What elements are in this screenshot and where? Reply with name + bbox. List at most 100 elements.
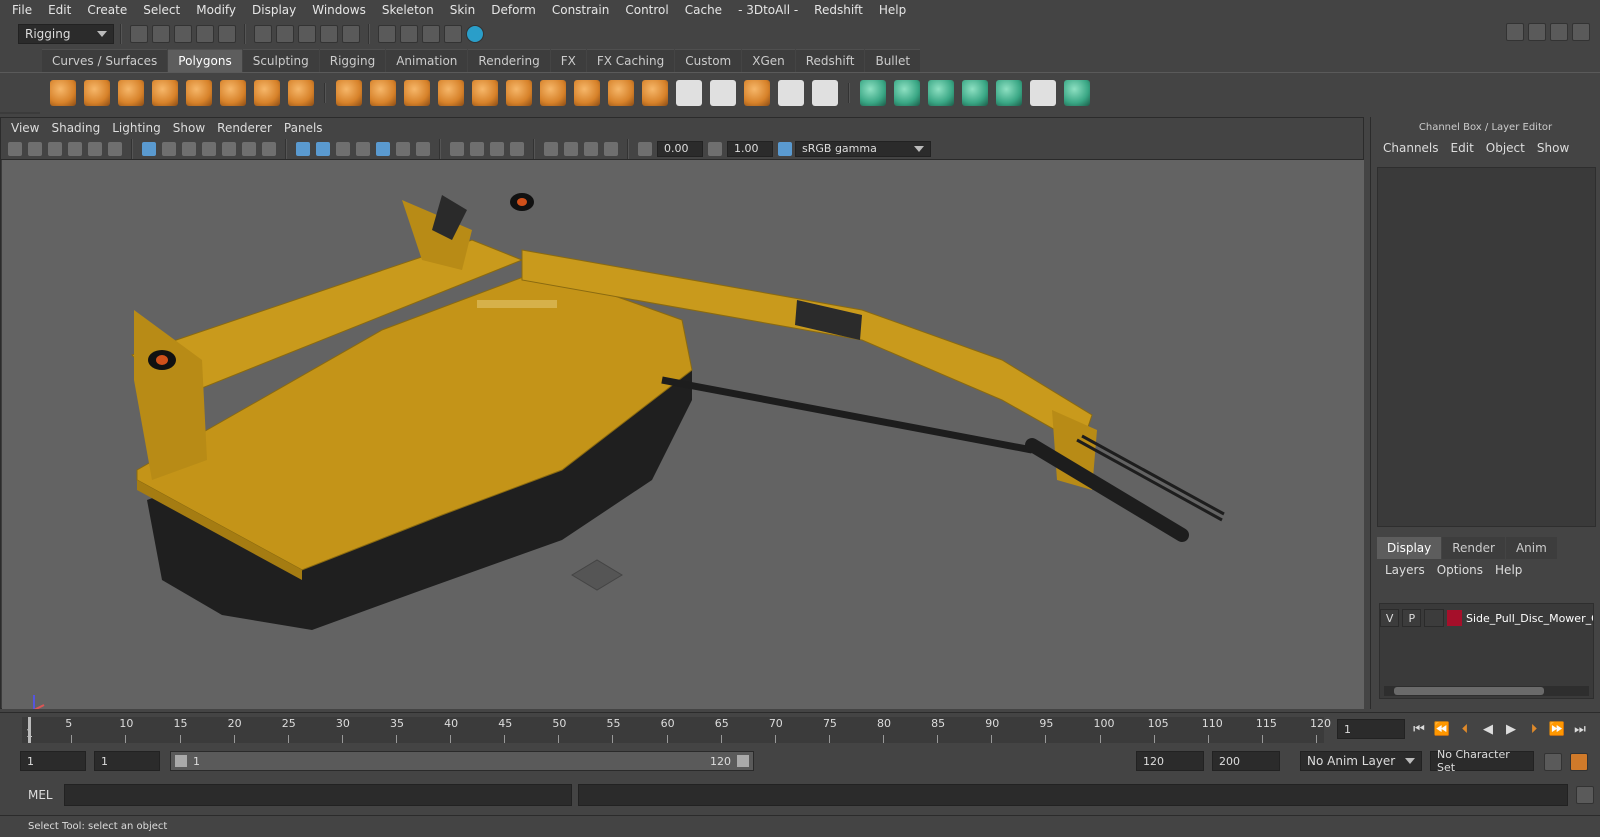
planar-map-icon[interactable] — [894, 79, 920, 106]
lighting-icon[interactable] — [336, 141, 350, 156]
scrollbar-thumb[interactable] — [1394, 687, 1544, 695]
safe-action-icon[interactable] — [242, 141, 256, 156]
layer-visibility-toggle[interactable]: V — [1380, 609, 1400, 627]
channel-box[interactable] — [1377, 167, 1596, 527]
layout-uv-icon[interactable] — [1064, 79, 1090, 106]
wireframe-icon[interactable] — [296, 141, 310, 156]
scene-start-field[interactable]: 1 — [20, 751, 86, 771]
undo-icon[interactable] — [196, 24, 214, 43]
layer-menu-layers[interactable]: Layers — [1379, 563, 1431, 577]
smooth-shade-icon[interactable] — [316, 141, 330, 156]
bridge-icon[interactable] — [608, 79, 634, 106]
poly-cylinder-icon[interactable] — [118, 79, 144, 106]
layer-row[interactable]: V P Side_Pull_Disc_Mower_C — [1380, 608, 1593, 628]
menu-skin[interactable]: Skin — [442, 3, 484, 17]
menu-edit[interactable]: Edit — [40, 3, 79, 17]
anti-aliasing-icon[interactable] — [490, 141, 504, 156]
scene-end-field[interactable]: 200 — [1212, 751, 1280, 771]
xray-joints-icon[interactable] — [584, 141, 598, 156]
uv-editor-icon[interactable] — [860, 79, 886, 106]
wireframe-on-shaded-icon[interactable] — [356, 141, 370, 156]
mirror-icon[interactable] — [404, 79, 430, 106]
merge-icon[interactable] — [744, 79, 770, 106]
camera-icon[interactable] — [8, 141, 22, 156]
anim-end-field[interactable]: 120 — [1136, 751, 1204, 771]
poly-sphere-icon[interactable] — [50, 79, 76, 106]
poly-cone-icon[interactable] — [152, 79, 178, 106]
time-cursor[interactable] — [28, 717, 31, 743]
anim-layer-dropdown[interactable]: No Anim Layer — [1300, 751, 1422, 771]
snap-curve-icon[interactable] — [342, 24, 360, 43]
poly-torus-icon[interactable] — [220, 79, 246, 106]
menu-select[interactable]: Select — [135, 3, 188, 17]
shadows-icon[interactable] — [416, 141, 430, 156]
pencil-icon[interactable] — [108, 141, 122, 156]
color-management-icon[interactable] — [778, 141, 792, 156]
snap-grid-icon[interactable] — [320, 24, 338, 43]
offset-edge-loop-icon[interactable] — [710, 79, 736, 106]
layer-tab-render[interactable]: Render — [1442, 537, 1505, 559]
layer-menu-help[interactable]: Help — [1489, 563, 1528, 577]
tool-settings-icon[interactable] — [1550, 23, 1568, 41]
new-scene-icon[interactable] — [130, 24, 148, 43]
append-polygon-icon[interactable] — [812, 79, 838, 106]
image-plane-icon[interactable] — [68, 141, 82, 156]
multi-cut-icon[interactable] — [540, 79, 566, 106]
character-set-dropdown[interactable]: No Character Set — [1430, 748, 1534, 774]
colorspace-dropdown[interactable]: sRGB gamma — [795, 140, 931, 157]
shelf-tab-rendering[interactable]: Rendering — [468, 49, 550, 72]
motion-blur-icon[interactable] — [470, 141, 484, 156]
camera-lock-icon[interactable] — [28, 141, 42, 156]
automatic-map-icon[interactable] — [962, 79, 988, 106]
resolution-gate-icon[interactable] — [182, 141, 196, 156]
grease-pencil-icon[interactable] — [88, 141, 102, 156]
exposure-field[interactable]: 0.00 — [657, 140, 703, 157]
menu-display[interactable]: Display — [244, 3, 304, 17]
vp-menu-renderer[interactable]: Renderer — [211, 121, 278, 135]
layer-display-type[interactable] — [1424, 609, 1444, 627]
menu-control[interactable]: Control — [617, 3, 676, 17]
layer-playback-toggle[interactable]: P — [1402, 609, 1422, 627]
poly-pipe-icon[interactable] — [288, 79, 314, 106]
shelf-tab-polygons[interactable]: Polygons — [168, 49, 242, 72]
menu-modify[interactable]: Modify — [188, 3, 244, 17]
script-editor-icon[interactable] — [1576, 786, 1594, 804]
render-settings-icon[interactable] — [444, 24, 462, 43]
gate-mask-icon[interactable] — [202, 141, 216, 156]
command-input[interactable] — [64, 784, 572, 806]
cb-menu-object[interactable]: Object — [1480, 141, 1531, 155]
range-bar[interactable]: 1 120 — [170, 751, 754, 771]
hypershade-icon[interactable] — [466, 24, 484, 43]
poly-pyramid-icon[interactable] — [254, 79, 280, 106]
step-forward-key-icon[interactable]: ⏵ — [1525, 721, 1543, 737]
3d-viewport[interactable]: persp — [2, 160, 1364, 709]
shelf-tab-animation[interactable]: Animation — [386, 49, 468, 72]
shelf-tab-custom[interactable]: Custom — [675, 49, 742, 72]
use-all-lights-icon[interactable] — [396, 141, 410, 156]
unfold-icon[interactable] — [996, 79, 1022, 106]
step-back-key-icon[interactable]: ⏴ — [1456, 721, 1474, 737]
menu-help[interactable]: Help — [871, 3, 914, 17]
select-hierarchy-icon[interactable] — [254, 24, 272, 43]
select-component-icon[interactable] — [298, 24, 316, 43]
cb-menu-edit[interactable]: Edit — [1445, 141, 1480, 155]
checker-icon[interactable] — [1030, 79, 1056, 106]
current-frame-field[interactable]: 1 — [1337, 719, 1405, 739]
layer-color-swatch[interactable] — [1446, 610, 1462, 626]
menu-cache[interactable]: Cache — [677, 3, 730, 17]
fill-hole-icon[interactable] — [642, 79, 668, 106]
play-forward-icon[interactable]: ▶ — [1502, 721, 1520, 737]
poly-cube-icon[interactable] — [84, 79, 110, 106]
workspace-icon[interactable] — [1506, 23, 1524, 41]
play-backward-icon[interactable]: ◀ — [1479, 721, 1497, 737]
go-to-end-icon[interactable]: ⏭ — [1571, 721, 1589, 737]
insert-edge-loop-icon[interactable] — [676, 79, 702, 106]
field-chart-icon[interactable] — [222, 141, 236, 156]
animation-preferences-icon[interactable] — [1570, 753, 1588, 771]
menu-skeleton[interactable]: Skeleton — [374, 3, 442, 17]
render-frame-icon[interactable] — [400, 24, 418, 43]
layer-tab-anim[interactable]: Anim — [1505, 537, 1557, 559]
layer-scrollbar[interactable] — [1384, 686, 1589, 696]
menu-3dtoall[interactable]: - 3DtoAll - — [730, 3, 806, 17]
go-to-start-icon[interactable]: ⏮ — [1410, 721, 1428, 737]
